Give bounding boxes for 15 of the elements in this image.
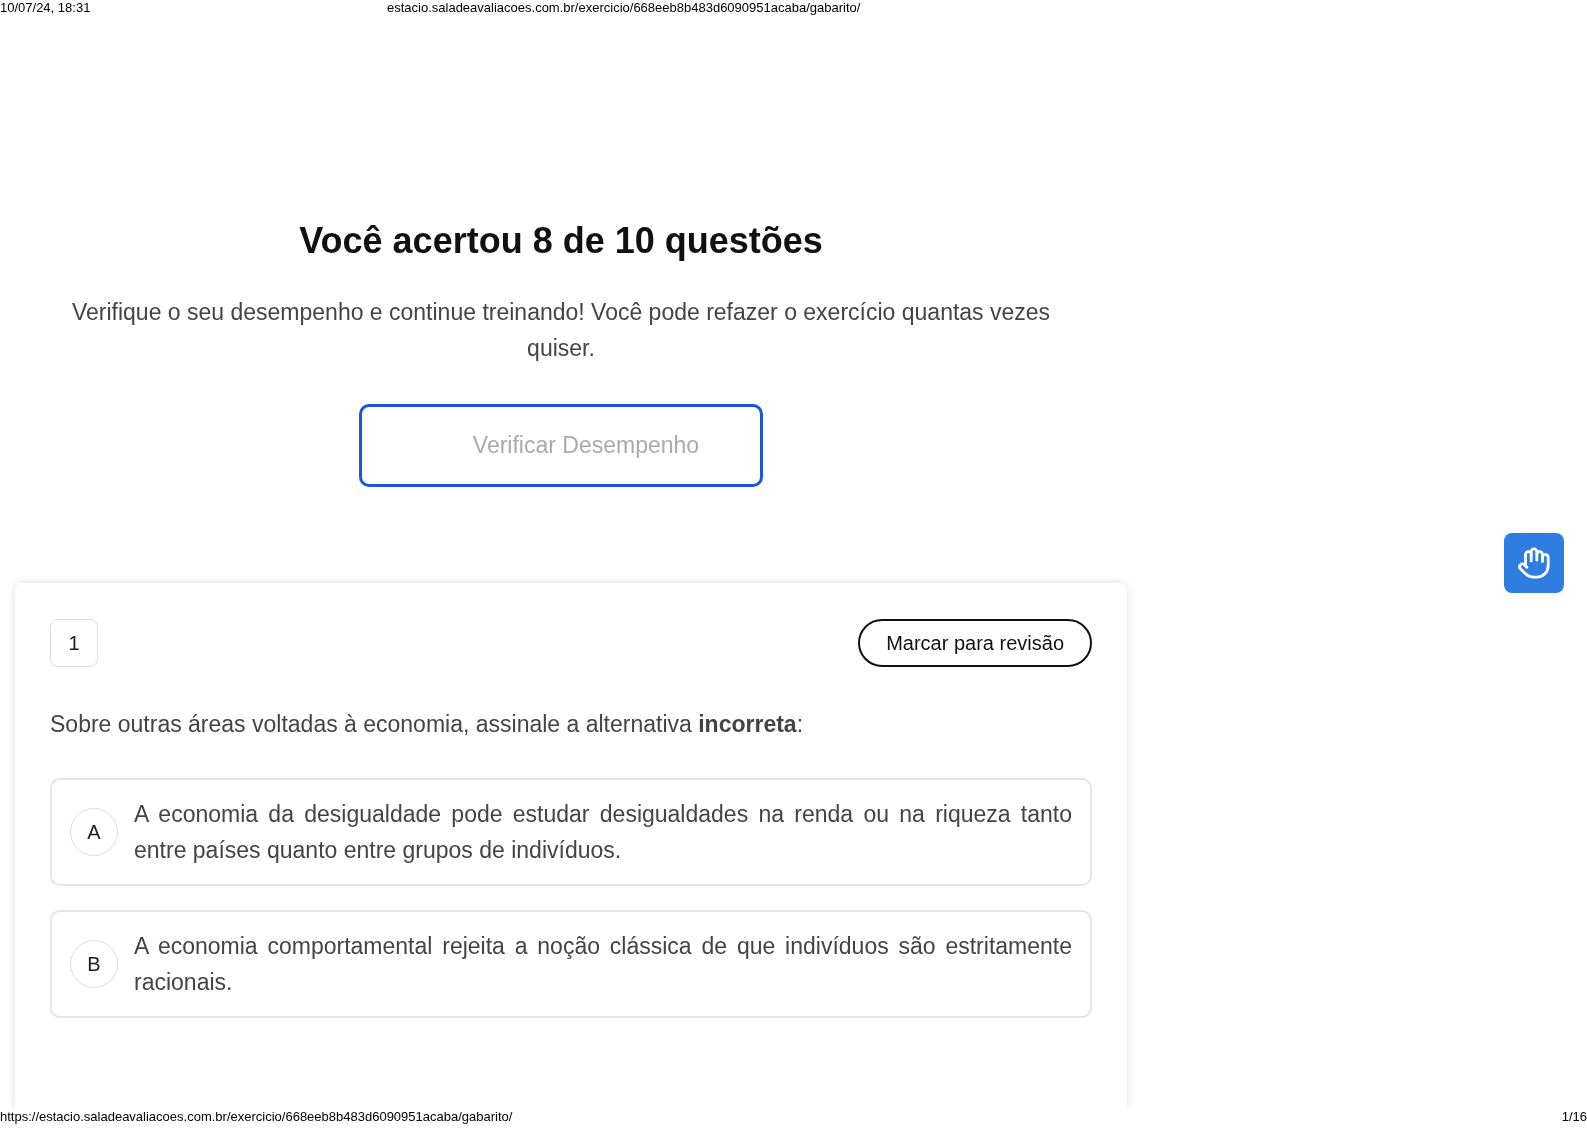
- mark-for-review-button[interactable]: Marcar para revisão: [858, 619, 1092, 667]
- question-number: 1: [50, 619, 98, 667]
- result-message: Verifique o seu desempenho e continue treinando! Você pode refazer o exercício quantas vezes quiser.: [70, 298, 1052, 363]
- hand-icon: [1517, 546, 1551, 580]
- page-number: 1/16: [1561, 1109, 1587, 1126]
- result-title: Você acertou 8 de 10 questões: [299, 219, 823, 263]
- question-prompt: Sobre outras áreas voltadas à economia, assinale a alternativa incorreta:: [50, 710, 805, 739]
- answer-option[interactable]: A A economia da desigualdade pode estudar desigualdades na renda ou na riqueza tanto entre países quanto entre grupos de indivíduos.: [50, 777, 1092, 886]
- answer-option[interactable]: B A economia comportamental rejeita a noção clássica de que indivíduos são estritamente racionais.: [50, 909, 1092, 1018]
- print-date: 10/07/24, 18:31: [0, 0, 91, 17]
- option-text: A economia comportamental rejeita a noção clássica de que indivíduos são estritamente racionais.: [134, 931, 1072, 997]
- print-url: estacio.saladeavaliacoes.com.br/exercicio/668eeb8b483d6090951acaba/gabarito/: [387, 0, 861, 17]
- print-url: https://estacio.saladeavaliacoes.com.br/exercicio/668eeb8b483d6090951acaba/gabarito/: [0, 1109, 513, 1126]
- option-text: A economia da desigualdade pode estudar desigualdades na renda ou na riqueza tanto entre países quanto entre grupos de indivíduos.: [134, 799, 1072, 865]
- accessibility-button[interactable]: [1504, 533, 1564, 593]
